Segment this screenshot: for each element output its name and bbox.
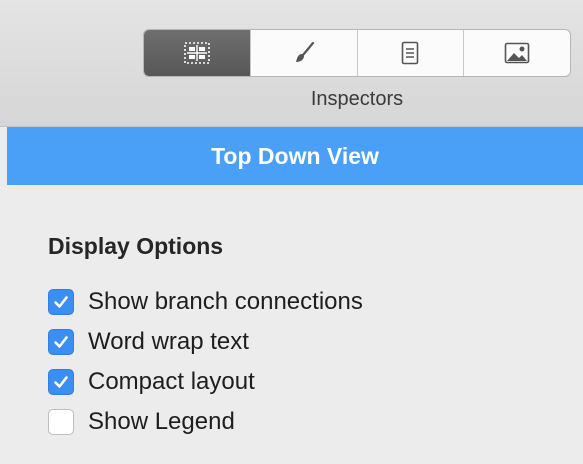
tab-layout[interactable] xyxy=(144,30,250,76)
checkbox-checked[interactable] xyxy=(48,369,74,395)
option-label: Compact layout xyxy=(88,368,255,395)
tab-image[interactable] xyxy=(463,30,570,76)
option-show-branch-connections[interactable]: Show branch connections xyxy=(48,282,363,322)
checkbox-checked[interactable] xyxy=(48,289,74,315)
checkbox-checked[interactable] xyxy=(48,329,74,355)
checkmark-icon xyxy=(54,296,68,308)
inspector-panel: Inspectors Top Down View Display Options… xyxy=(0,0,583,464)
tab-document[interactable] xyxy=(356,30,464,76)
checkmark-icon xyxy=(54,376,68,388)
image-icon xyxy=(504,42,530,64)
option-show-legend[interactable]: Show Legend xyxy=(48,402,363,442)
section-title: Display Options xyxy=(48,233,224,259)
view-title-bar: Top Down View xyxy=(7,127,583,185)
view-title: Top Down View xyxy=(211,142,379,169)
checkbox-unchecked[interactable] xyxy=(48,409,74,435)
tab-style[interactable] xyxy=(249,30,357,76)
option-label: Show branch connections xyxy=(88,288,363,315)
option-label: Show Legend xyxy=(88,408,235,435)
display-options-section: Display Options Show branch connections … xyxy=(48,233,363,442)
layout-grid-icon xyxy=(184,42,210,64)
option-label: Word wrap text xyxy=(88,328,249,355)
document-icon xyxy=(401,41,419,65)
paintbrush-icon xyxy=(292,41,316,65)
inspector-segmented-control xyxy=(143,29,571,77)
checkmark-icon xyxy=(54,336,68,348)
inspectors-label: Inspectors xyxy=(310,88,404,110)
option-compact-layout[interactable]: Compact layout xyxy=(48,362,363,402)
option-word-wrap-text[interactable]: Word wrap text xyxy=(48,322,363,362)
inspector-toolbar: Inspectors xyxy=(0,0,583,127)
